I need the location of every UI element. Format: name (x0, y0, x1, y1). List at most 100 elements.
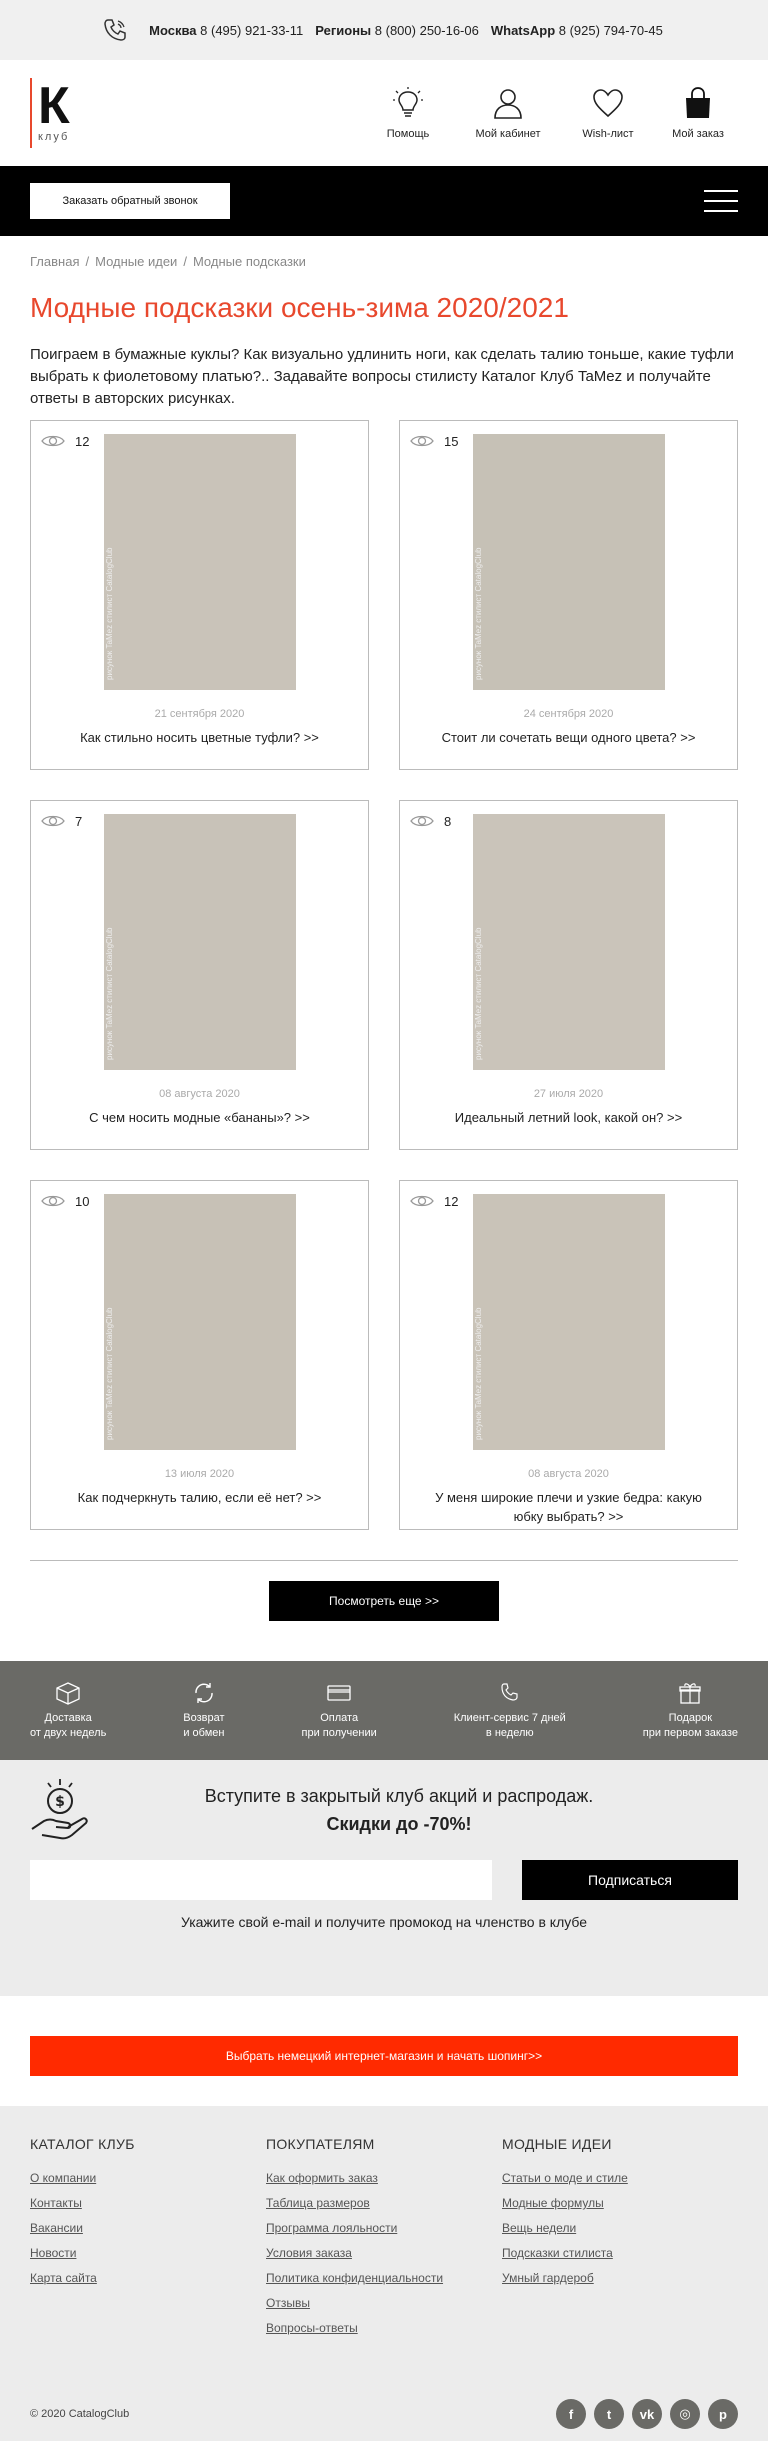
facebook-icon[interactable]: f (556, 2399, 586, 2429)
tip-date: 08 августа 2020 (528, 1468, 609, 1480)
footer-link[interactable]: Отзывы (266, 2295, 502, 2311)
whatsapp-phone[interactable]: 8 (925) 794-70-45 (559, 23, 663, 38)
footer-link[interactable]: Статьи о моде и стиле (502, 2170, 738, 2186)
card-icon (327, 1684, 351, 1701)
tip-illustration[interactable]: рисунок TaMez стилист CatalogClub (103, 434, 296, 690)
views-counter: 12 (410, 1193, 458, 1209)
instagram-icon[interactable]: ◎ (670, 2399, 700, 2429)
nav-help-label: Помощь (386, 128, 430, 140)
views-counter: 12 (41, 433, 89, 449)
vk-icon[interactable]: vk (632, 2399, 662, 2429)
footer-link[interactable]: Вещь недели (502, 2220, 738, 2236)
eye-icon (410, 815, 434, 827)
tip-title-link[interactable]: С чем носить модные «бананы»? >> (69, 1108, 330, 1127)
views-counter: 10 (41, 1193, 89, 1209)
header-nav: Помощь Мой кабинет Wish-лист Мой заказ (358, 86, 738, 140)
callback-bar: Заказать обратный звонок (0, 166, 768, 236)
moscow-label: Москва (149, 22, 197, 38)
divider (30, 1560, 738, 1561)
tip-card[interactable]: 8 рисунок TaMez стилист CatalogClub 27 июл… (399, 800, 738, 1150)
menu-icon[interactable] (704, 190, 738, 212)
nav-help[interactable]: Помощь (358, 86, 458, 140)
footer-link[interactable]: О компании (30, 2170, 266, 2186)
footer-link[interactable]: Контакты (30, 2195, 266, 2211)
illustration-watermark: рисунок TaMez стилист CatalogClub (473, 547, 483, 680)
tip-title-link[interactable]: Идеальный летний look, какой он? >> (435, 1108, 702, 1127)
footer-link[interactable]: Модные формулы (502, 2195, 738, 2211)
breadcrumb: Главная / Модные идеи / Модные подсказки (30, 254, 306, 269)
footer-link[interactable]: Политика конфиденциальности (266, 2270, 502, 2286)
tip-card[interactable]: 12 рисунок TaMez стилист CatalogClub 08 ав… (399, 1180, 738, 1530)
illustration-watermark: рисунок TaMez стилист CatalogClub (104, 927, 114, 1060)
footer-link[interactable]: Программа лояльности (266, 2220, 502, 2236)
footer-link[interactable]: Вакансии (30, 2220, 266, 2236)
choose-shop-button[interactable]: Выбрать немецкий интернет-магазин и нача… (30, 2036, 738, 2076)
nav-account[interactable]: Мой кабинет (458, 86, 558, 140)
nav-order-label: Мой заказ (672, 128, 724, 140)
footer-column: МОДНЫЕ ИДЕИ Статьи о моде и стиле Модные ф… (502, 2136, 738, 2345)
illustration-watermark: рисунок TaMez стилист CatalogClub (104, 1307, 114, 1440)
tip-card[interactable]: 15 рисунок TaMez стилист CatalogClub 24 се… (399, 420, 738, 770)
tip-card[interactable]: 7 рисунок TaMez стилист CatalogClub 08 авг… (30, 800, 369, 1150)
subscribe-button[interactable]: Подписаться (522, 1860, 738, 1900)
tip-title-link[interactable]: У меня широкие плечи и узкие бедра: каку… (400, 1488, 737, 1526)
tip-illustration[interactable]: рисунок TaMez стилист CatalogClub (103, 814, 296, 1070)
illustration-watermark: рисунок TaMez стилист CatalogClub (473, 927, 483, 1060)
email-field[interactable] (30, 1860, 492, 1900)
footer-link[interactable]: Новости (30, 2245, 266, 2261)
footer-link[interactable]: Как оформить заказ (266, 2170, 502, 2186)
footer-link[interactable]: Умный гардероб (502, 2270, 738, 2286)
twitter-icon[interactable]: t (594, 2399, 624, 2429)
footer-link[interactable]: Таблица размеров (266, 2195, 502, 2211)
footer-link[interactable]: Карта сайта (30, 2270, 266, 2286)
subscribe-discount: Скидки до -70%! (326, 1814, 472, 1834)
subscribe-headline: Вступите в закрытый клуб акций и распрод… (90, 1782, 738, 1838)
nav-wishlist[interactable]: Wish-лист (558, 86, 658, 140)
callback-button[interactable]: Заказать обратный звонок (30, 183, 230, 219)
intro-text: Поиграем в бумажные куклы? Как визуально… (30, 346, 734, 407)
views-count: 7 (75, 813, 83, 829)
breadcrumb-fashion-ideas[interactable]: Модные идеи (95, 254, 177, 269)
pinterest-icon[interactable]: p (708, 2399, 738, 2429)
footer-link[interactable]: Условия заказа (266, 2245, 502, 2261)
subscribe-section: $ Вступите в закрытый клуб акций и распр… (0, 1760, 768, 1996)
tip-title-link[interactable]: Как подчеркнуть талию, если её нет? >> (58, 1488, 342, 1507)
benefit-support: Клиент-сервис 7 дней в неделю (454, 1681, 566, 1741)
tip-illustration[interactable]: рисунок TaMez стилист CatalogClub (472, 434, 665, 690)
tip-date: 24 сентября 2020 (523, 708, 614, 720)
moscow-phone[interactable]: 8 (495) 921-33-11 (200, 23, 303, 38)
footer-column-title: МОДНЫЕ ИДЕИ (502, 2136, 612, 2152)
breadcrumb-current: Модные подсказки (192, 254, 306, 269)
illustration-watermark: рисунок TaMez стилист CatalogClub (104, 547, 114, 680)
eye-icon (410, 435, 434, 447)
tip-illustration[interactable]: рисунок TaMez стилист CatalogClub (103, 1194, 296, 1450)
logo-letter: К (38, 77, 70, 135)
tip-title-link[interactable]: Стоит ли сочетать вещи одного цвета? >> (422, 728, 716, 747)
logo[interactable]: К клуб (30, 60, 100, 166)
regions-phone[interactable]: 8 (800) 250-16-06 (375, 23, 479, 38)
benefit-support-line2: в неделю (485, 1726, 534, 1739)
tip-illustration[interactable]: рисунок TaMez стилист CatalogClub (472, 1194, 665, 1450)
benefit-return-line2: и обмен (183, 1726, 225, 1739)
footer-link[interactable]: Подсказки стилиста (502, 2245, 738, 2261)
gift-icon (679, 1682, 702, 1704)
heart-icon (593, 89, 623, 118)
nav-order[interactable]: Мой заказ (658, 86, 738, 140)
breadcrumb-home[interactable]: Главная (30, 254, 79, 269)
benefits-bar: Доставка от двух недель Возврат и обмен … (0, 1661, 768, 1760)
tip-illustration[interactable]: рисунок TaMez стилист CatalogClub (472, 814, 665, 1070)
show-more-button[interactable]: Посмотреть еще >> (269, 1581, 499, 1621)
benefit-gift-line2: при первом заказе (642, 1726, 738, 1739)
eye-icon (41, 815, 65, 827)
benefit-return-line1: Возврат (183, 1711, 225, 1724)
top-contact-bar: Москва 8 (495) 921-33-11 Регионы 8 (800)… (0, 0, 768, 60)
tip-card[interactable]: 12 рисунок TaMez стилист CatalogClub 21 се… (30, 420, 369, 770)
footer-columns: КАТАЛОГ КЛУБ О компании Контакты Вакансии Но… (30, 2136, 738, 2345)
footer-column-title: ПОКУПАТЕЛЯМ (266, 2136, 375, 2152)
whatsapp-label: WhatsApp (490, 22, 556, 38)
tip-card[interactable]: 10 рисунок TaMez стилист CatalogClub 13 ию… (30, 1180, 369, 1530)
benefit-payment-line2: при получении (301, 1726, 377, 1739)
tip-title-link[interactable]: Как стильно носить цветные туфли? >> (60, 728, 339, 747)
footer-link[interactable]: Вопросы-ответы (266, 2320, 502, 2336)
user-icon (494, 89, 522, 119)
